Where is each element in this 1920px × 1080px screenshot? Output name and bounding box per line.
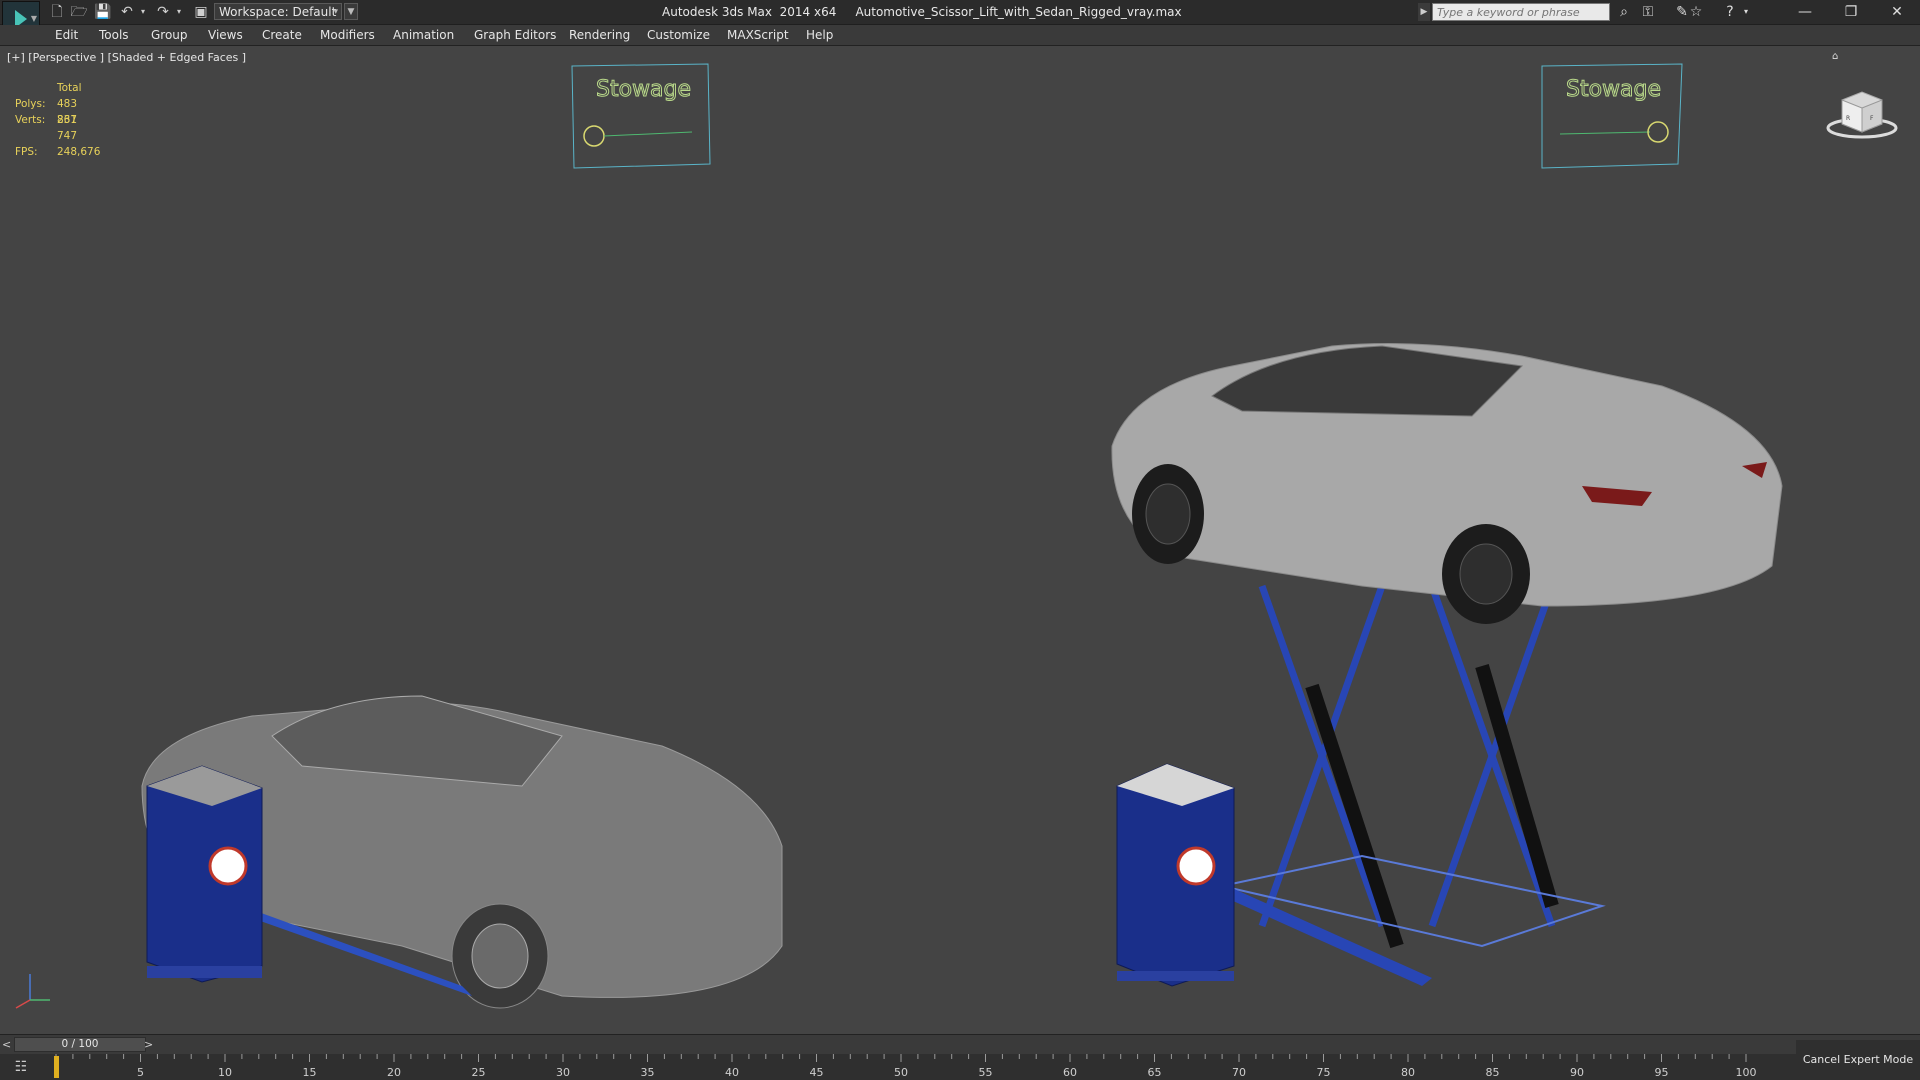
tick-label: 25 [472, 1066, 486, 1079]
tick-label: 20 [387, 1066, 401, 1079]
menu-bar: Edit Tools Group Views Create Modifiers … [0, 25, 1920, 46]
cancel-expert-mode-button[interactable]: Cancel Expert Mode [1796, 1040, 1920, 1080]
time-slider-prev-button[interactable]: < [2, 1038, 11, 1051]
new-file-icon[interactable]: 🗋 [48, 3, 66, 21]
tick-label: 100 [1736, 1066, 1757, 1079]
menu-create[interactable]: Create [262, 27, 302, 43]
menu-help[interactable]: Help [806, 27, 833, 43]
app-title: Autodesk 3ds Max 2014 x64 [662, 5, 837, 19]
stowage-panel-right[interactable]: Stowage [1541, 63, 1683, 169]
menu-maxscript[interactable]: MAXScript [727, 27, 789, 43]
search-input[interactable] [1432, 3, 1610, 21]
menu-tools[interactable]: Tools [99, 27, 129, 43]
tick-label: 55 [979, 1066, 993, 1079]
tick-label: 30 [556, 1066, 570, 1079]
quick-access-customize-button[interactable]: ▼ [344, 3, 358, 20]
control-box-left[interactable] [146, 765, 263, 983]
favorites-star-icon[interactable]: ☆ [1686, 3, 1706, 21]
menu-graph-editors[interactable]: Graph Editors [474, 27, 556, 43]
tick-label: 65 [1148, 1066, 1162, 1079]
control-box-right[interactable] [1116, 763, 1235, 987]
open-file-icon[interactable]: 🗁 [70, 3, 88, 21]
help-dropdown-icon[interactable]: ▾ [1736, 3, 1756, 21]
tick-label: 85 [1486, 1066, 1500, 1079]
tick-label: 10 [218, 1066, 232, 1079]
window-title: Autodesk 3ds Max 2014 x64 Automotive_Sci… [662, 5, 1182, 19]
stowage-label-right: Stowage [1566, 77, 1661, 102]
tick-label: 95 [1655, 1066, 1669, 1079]
menu-edit[interactable]: Edit [55, 27, 78, 43]
subscription-icon[interactable]: ⚿ [1638, 3, 1658, 21]
time-slider-thumb[interactable]: 0 / 100 [14, 1037, 146, 1052]
time-slider-next-button[interactable]: > [144, 1038, 153, 1051]
tick-label: 80 [1401, 1066, 1415, 1079]
menu-modifiers[interactable]: Modifiers [320, 27, 375, 43]
tick-label: 90 [1570, 1066, 1584, 1079]
axis-tripod-icon [15, 974, 50, 1009]
menu-group[interactable]: Group [151, 27, 188, 43]
track-bar: ☷ 5 10 15 20 25 30 35 40 45 50 55 60 65 70 75 80 85 90 95 1… [0, 1054, 1920, 1080]
tick-label: 5 [137, 1066, 144, 1079]
tick-label: 70 [1232, 1066, 1246, 1079]
tick-label: 40 [725, 1066, 739, 1079]
binoculars-icon[interactable]: ⌕ [1614, 3, 1634, 21]
restore-button[interactable]: ❐ [1828, 0, 1874, 24]
undo-dropdown-icon[interactable]: ▾ [134, 3, 152, 21]
close-button[interactable]: ✕ [1874, 0, 1920, 24]
workspace-dropdown[interactable]: Workspace: Default ▾ [214, 3, 342, 20]
project-folder-icon[interactable]: ▣ [192, 3, 210, 21]
chevron-down-icon: ▼ [30, 14, 37, 23]
scene-canvas: Stowage Stowage [141, 63, 1783, 1009]
tick-label: 15 [303, 1066, 317, 1079]
file-name: Automotive_Scissor_Lift_with_Sedan_Rigge… [855, 5, 1182, 19]
tick-label: 60 [1063, 1066, 1077, 1079]
current-frame-marker[interactable] [54, 1056, 59, 1078]
tick-label: 35 [641, 1066, 655, 1079]
tick-label: 45 [810, 1066, 824, 1079]
mini-curve-editor-icon[interactable]: ☷ [4, 1057, 38, 1077]
menu-animation[interactable]: Animation [393, 27, 454, 43]
redo-dropdown-icon[interactable]: ▾ [170, 3, 188, 21]
stowage-panel-left[interactable]: Stowage [571, 63, 711, 169]
menu-views[interactable]: Views [208, 27, 243, 43]
stowage-label-left: Stowage [596, 77, 691, 102]
chevron-down-icon: ▾ [333, 7, 338, 17]
perspective-viewport[interactable]: [+] [Perspective ] [Shaded + Edged Faces… [2, 46, 1918, 1034]
menu-rendering[interactable]: Rendering [569, 27, 630, 43]
frame-ruler[interactable]: 5 10 15 20 25 30 35 40 45 50 55 60 65 70 75 80 85 90 95 100 [54, 1054, 1801, 1080]
workspace-label: Workspace: Default [219, 5, 337, 19]
search-expand-button[interactable]: ▶ [1418, 3, 1430, 21]
minimize-button[interactable]: — [1782, 0, 1828, 24]
title-bar: ▼ 🗋 🗁 💾 ↶ ▾ ↷ ▾ ▣ Workspace: Default ▾ ▼… [0, 0, 1920, 37]
time-slider: < 0 / 100 > [0, 1034, 1920, 1055]
tick-label: 50 [894, 1066, 908, 1079]
tick-label: 75 [1317, 1066, 1331, 1079]
save-file-icon[interactable]: 💾 [94, 3, 112, 21]
menu-customize[interactable]: Customize [647, 27, 710, 43]
sedan-lifted-right[interactable] [1111, 343, 1783, 624]
scissor-lift[interactable] [1182, 546, 1606, 986]
